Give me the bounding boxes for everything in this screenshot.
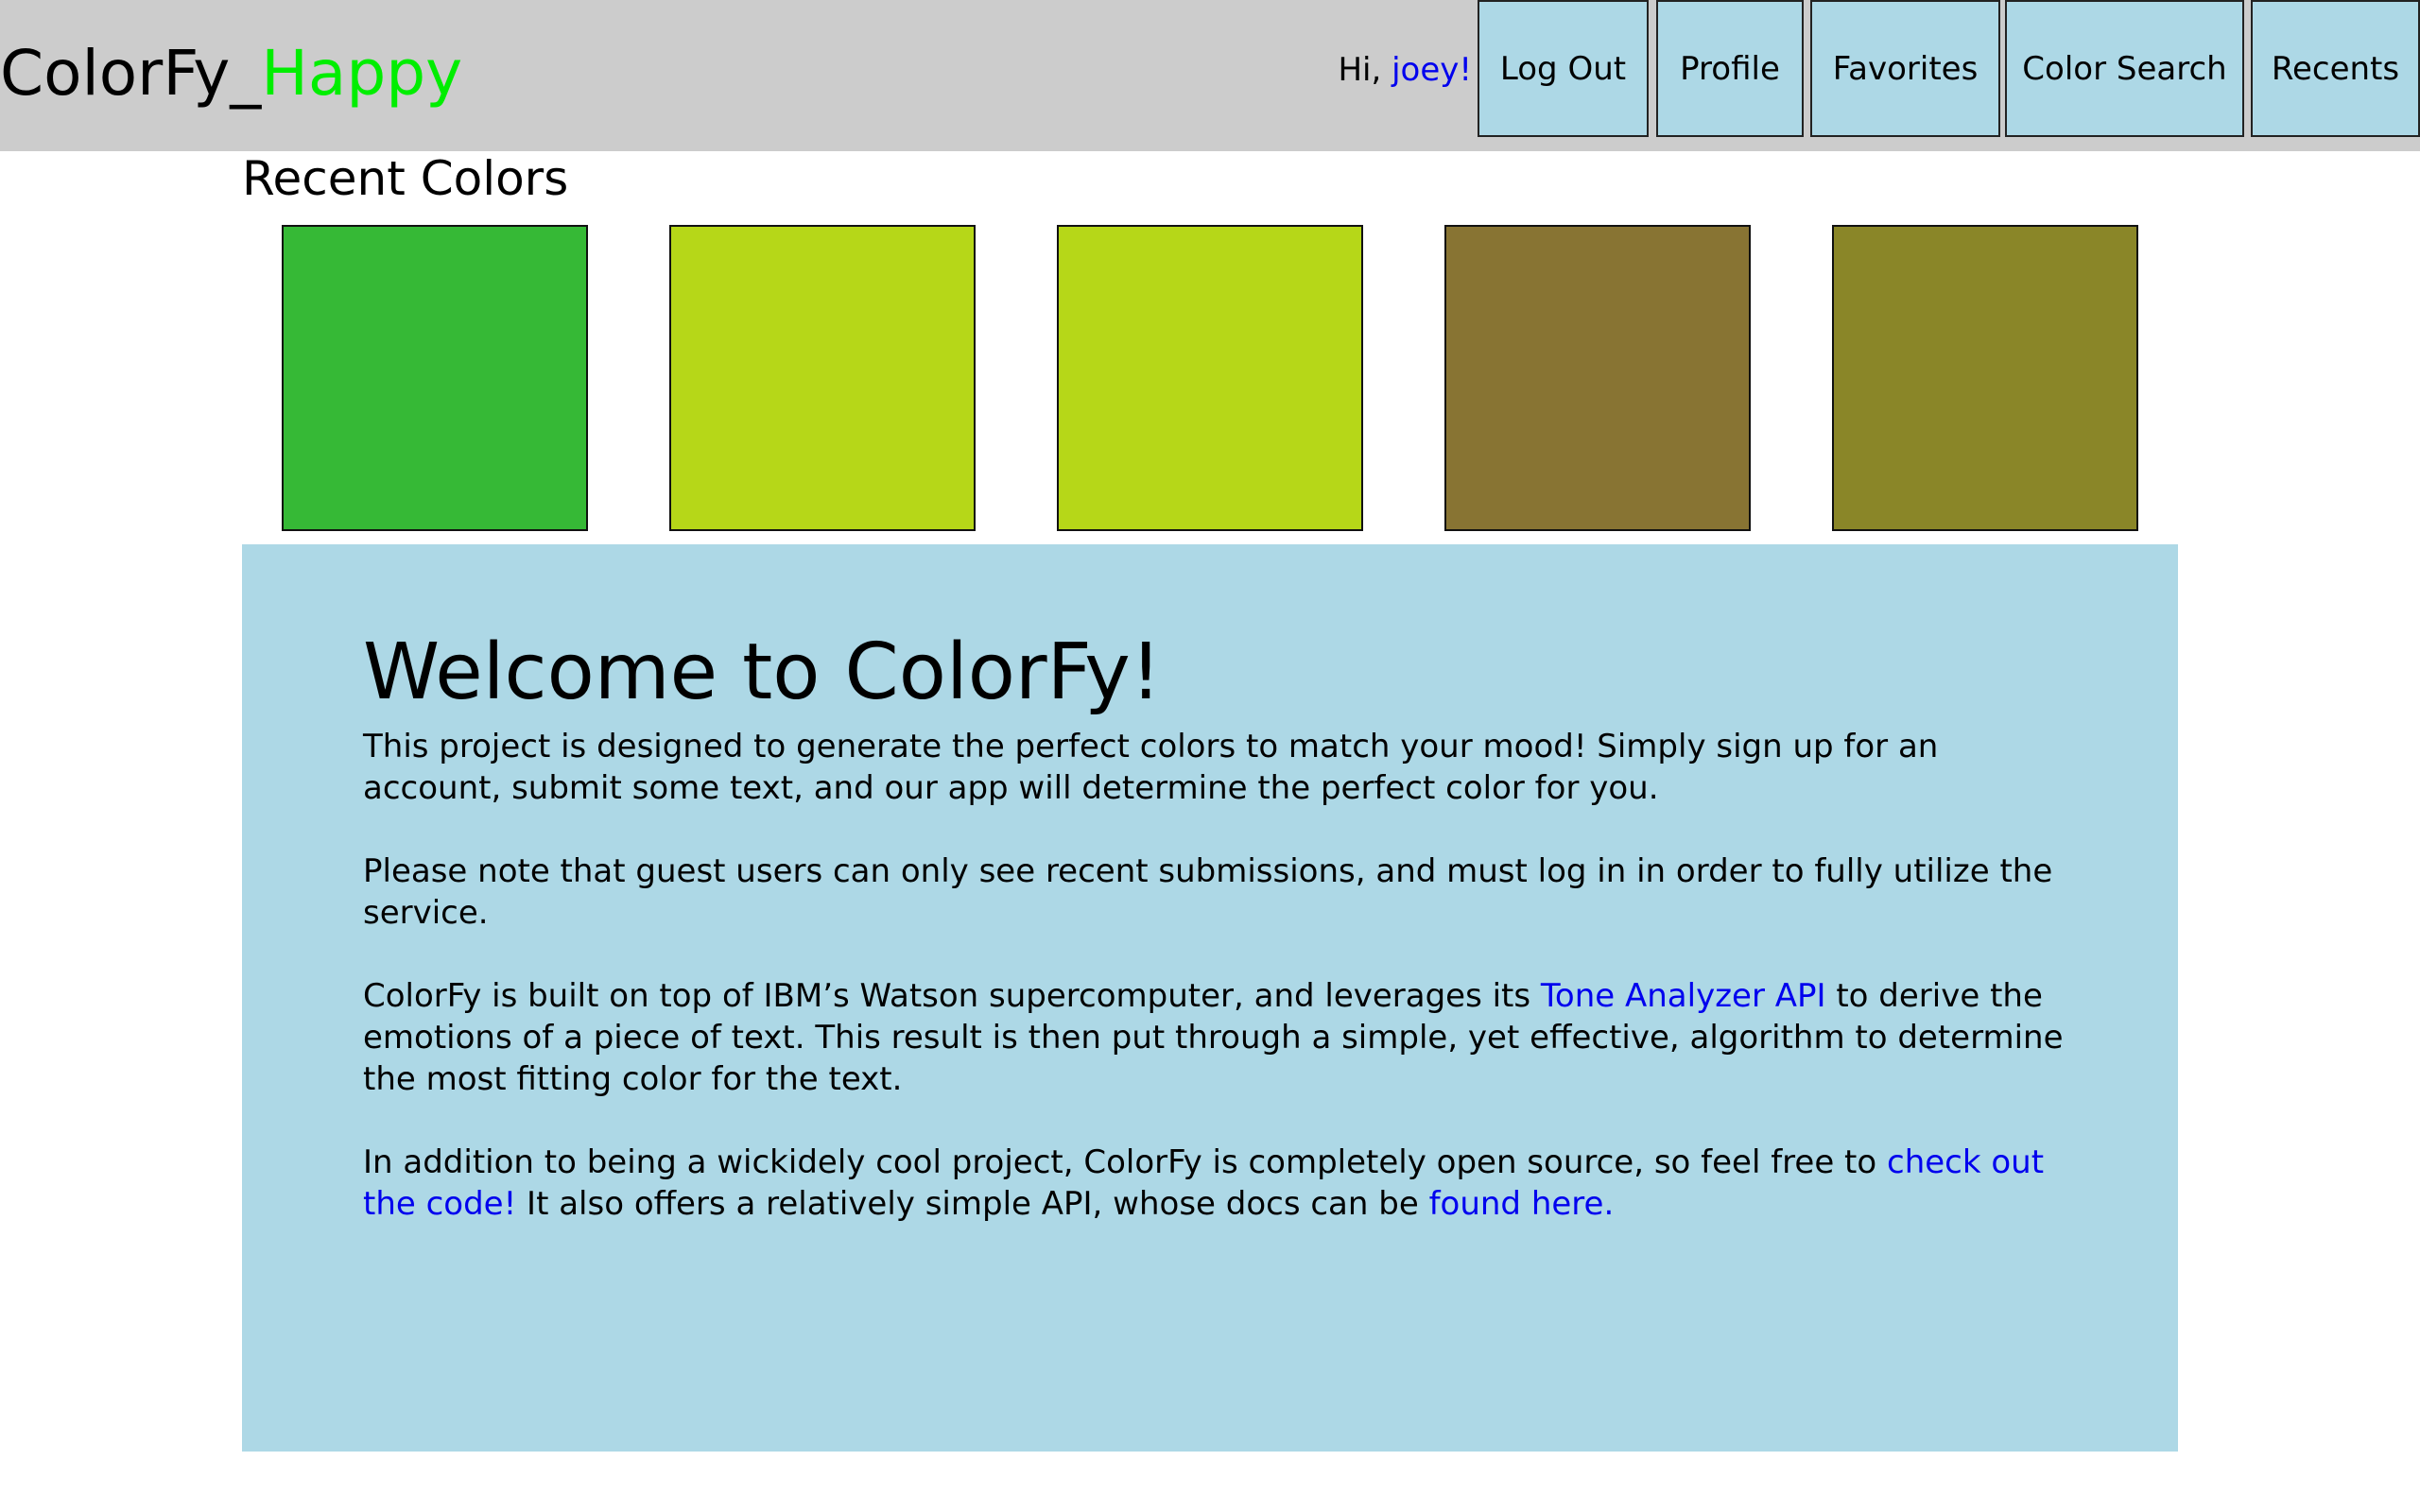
profile-button[interactable]: Profile (1656, 0, 1804, 137)
color-swatch[interactable] (282, 225, 588, 531)
welcome-content: Welcome to ColorFy! This project is desi… (363, 620, 2065, 1266)
greeting-prefix: Hi, (1338, 51, 1392, 89)
username-link[interactable]: joey! (1392, 51, 1472, 89)
welcome-panel: Welcome to ColorFy! This project is desi… (242, 544, 2178, 1452)
color-swatch[interactable] (1057, 225, 1363, 531)
guest-note-paragraph: Please note that guest users can only se… (363, 852, 2053, 932)
favorites-button[interactable]: Favorites (1810, 0, 2000, 137)
intro-paragraph: This project is designed to generate the… (363, 728, 1939, 807)
brand-title[interactable]: ColorFy_Happy (0, 32, 462, 115)
watson-paragraph: ColorFy is built on top of IBM’s Watson … (363, 975, 2065, 1100)
color-swatch[interactable] (1832, 225, 2138, 531)
brand-name: ColorFy_ (0, 37, 262, 110)
color-swatch[interactable] (1444, 225, 1751, 531)
recents-button[interactable]: Recents (2251, 0, 2420, 137)
user-greeting: Hi, joey! (1338, 49, 1472, 91)
logout-button[interactable]: Log Out (1478, 0, 1649, 137)
welcome-title: Welcome to ColorFy! (363, 627, 1162, 717)
watson-text-before: ColorFy is built on top of IBM’s Watson … (363, 977, 1541, 1015)
top-header: ColorFy_Happy Hi, joey! Log Out Profile … (0, 0, 2420, 151)
tone-analyzer-link[interactable]: Tone Analyzer API (1541, 977, 1826, 1015)
color-search-button[interactable]: Color Search (2005, 0, 2244, 137)
open-source-text-before: In addition to being a wickidely cool pr… (363, 1143, 1887, 1181)
brand-mood: Happy (261, 37, 463, 110)
open-source-paragraph: In addition to being a wickidely cool pr… (363, 1142, 2065, 1225)
open-source-text-middle: It also offers a relatively simple API, … (516, 1185, 1429, 1223)
color-swatch[interactable] (669, 225, 976, 531)
recent-colors-heading: Recent Colors (242, 151, 569, 206)
api-docs-link[interactable]: found here. (1429, 1185, 1615, 1223)
